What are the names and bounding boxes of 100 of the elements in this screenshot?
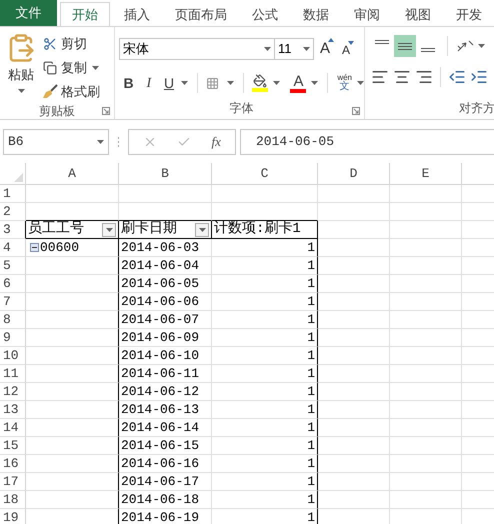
table-cell <box>390 275 462 293</box>
field-label: 员工工号 <box>28 221 84 238</box>
caret-icon[interactable] <box>92 66 99 70</box>
caret-icon[interactable] <box>198 228 206 232</box>
column-header[interactable]: A <box>26 163 119 184</box>
borders-icon[interactable] <box>206 76 220 90</box>
name-box[interactable]: B6 <box>3 129 109 155</box>
table-cell: 1 <box>212 239 318 257</box>
table-cell <box>318 257 390 275</box>
ribbon-tab[interactable]: 数据 <box>292 2 340 26</box>
decrease-indent-icon[interactable] <box>448 68 466 86</box>
caret-icon[interactable] <box>106 228 112 232</box>
row-header[interactable]: 10 <box>0 347 26 365</box>
cut-button[interactable]: 剪切 <box>42 33 87 54</box>
phonetic-button[interactable]: wén 文 <box>337 74 352 92</box>
table-cell <box>390 401 462 419</box>
ribbon-tab[interactable]: 公式 <box>241 2 289 26</box>
row-header[interactable]: 2 <box>0 203 26 221</box>
caret-icon[interactable] <box>273 81 280 85</box>
table-cell <box>318 419 390 437</box>
filter-dropdown-button[interactable] <box>102 222 116 236</box>
column-header[interactable]: D <box>318 163 390 184</box>
scissors-icon <box>42 36 58 52</box>
row-header[interactable]: 4 <box>0 239 26 257</box>
ribbon-tab[interactable]: 页面布局 <box>164 2 238 26</box>
copy-button[interactable]: 复制 <box>42 57 87 78</box>
row-header[interactable]: 9 <box>0 329 26 347</box>
table-cell: 2014-06-16 <box>119 455 212 473</box>
vertical-align-button[interactable] <box>394 35 416 57</box>
formula-field[interactable]: 2014-06-05 <box>240 129 494 155</box>
caret-icon[interactable] <box>357 81 364 85</box>
filter-dropdown-button[interactable] <box>195 222 209 236</box>
font-color-button[interactable]: A <box>290 74 306 92</box>
format-painter-button[interactable]: 格式刷 <box>42 81 100 102</box>
table-cell: 2014-06-04 <box>119 257 212 275</box>
file-tab[interactable]: 文件 <box>0 0 57 26</box>
italic-button[interactable]: I <box>139 72 158 94</box>
table-cell: 1 <box>212 311 318 329</box>
align-right-icon[interactable] <box>415 68 433 86</box>
align-left-icon[interactable] <box>371 68 389 86</box>
row-header[interactable]: 14 <box>0 419 26 437</box>
caret-icon[interactable] <box>180 81 188 85</box>
row-header[interactable]: 8 <box>0 311 26 329</box>
table-cell <box>318 437 390 455</box>
table-cell: 1 <box>212 365 318 383</box>
table-cell: 1 <box>212 437 318 455</box>
paste-button[interactable]: 粘贴 <box>0 33 42 102</box>
ribbon-tab[interactable]: 插入 <box>113 2 161 26</box>
table-cell: 2014-06-18 <box>119 491 212 509</box>
bold-button[interactable]: B <box>119 72 138 94</box>
row-header[interactable]: 18 <box>0 491 26 509</box>
row-header[interactable]: 11 <box>0 365 26 383</box>
collapse-icon[interactable] <box>30 243 39 252</box>
row-header[interactable]: 16 <box>0 455 26 473</box>
table-cell: 2014-06-03 <box>119 239 212 257</box>
text-orientation-icon[interactable] <box>456 39 474 53</box>
caret-icon[interactable] <box>97 140 104 144</box>
font-name-field[interactable]: 宋体 <box>119 38 275 60</box>
underline-button[interactable]: U <box>159 72 179 94</box>
column-header[interactable]: C <box>212 163 318 184</box>
table-cell: 2014-06-15 <box>119 437 212 455</box>
ribbon-tab[interactable]: 开发 <box>445 2 493 26</box>
increase-indent-icon[interactable] <box>470 68 488 86</box>
caret-icon[interactable] <box>303 47 310 51</box>
caret-icon[interactable] <box>478 44 485 48</box>
row-header[interactable]: 7 <box>0 293 26 311</box>
table-cell: 1 <box>212 383 318 401</box>
insert-function-button[interactable]: fx <box>212 132 221 152</box>
column-header[interactable]: B <box>119 163 212 184</box>
ribbon-tab[interactable]: 视图 <box>394 2 442 26</box>
ribbon-tab[interactable]: 审阅 <box>343 2 391 26</box>
caret-icon[interactable] <box>226 81 234 85</box>
row-header[interactable]: 1 <box>0 185 26 203</box>
table-cell: 1 <box>212 473 318 491</box>
shrink-font-button[interactable]: A <box>342 41 354 59</box>
table-cell: 1 <box>212 257 318 275</box>
dialog-launcher-icon[interactable] <box>352 107 360 115</box>
table-cell <box>318 221 390 239</box>
caret-icon[interactable] <box>264 47 271 51</box>
row-header[interactable]: 13 <box>0 401 26 419</box>
ribbon-tab[interactable]: 开始 <box>60 2 110 26</box>
row-header[interactable]: 3 <box>0 221 26 239</box>
row-header[interactable]: 5 <box>0 257 26 275</box>
caret-icon[interactable] <box>311 81 318 85</box>
font-size-field[interactable]: 11 <box>275 38 314 60</box>
column-header[interactable]: E <box>390 163 462 184</box>
dialog-launcher-icon[interactable] <box>102 107 110 115</box>
fill-color-button[interactable] <box>252 74 268 92</box>
align-center-icon[interactable] <box>393 68 411 86</box>
row-header[interactable]: 15 <box>0 437 26 455</box>
table-cell <box>390 419 462 437</box>
caret-icon[interactable] <box>18 88 24 92</box>
table-cell: 2014-06-05 <box>119 275 212 293</box>
row-header[interactable]: 19 <box>0 509 26 524</box>
grow-font-button[interactable]: A <box>320 38 334 60</box>
table-cell: 1 <box>212 275 318 293</box>
row-header[interactable]: 6 <box>0 275 26 293</box>
row-header[interactable]: 12 <box>0 383 26 401</box>
row-header[interactable]: 17 <box>0 473 26 491</box>
table-cell <box>318 329 390 347</box>
